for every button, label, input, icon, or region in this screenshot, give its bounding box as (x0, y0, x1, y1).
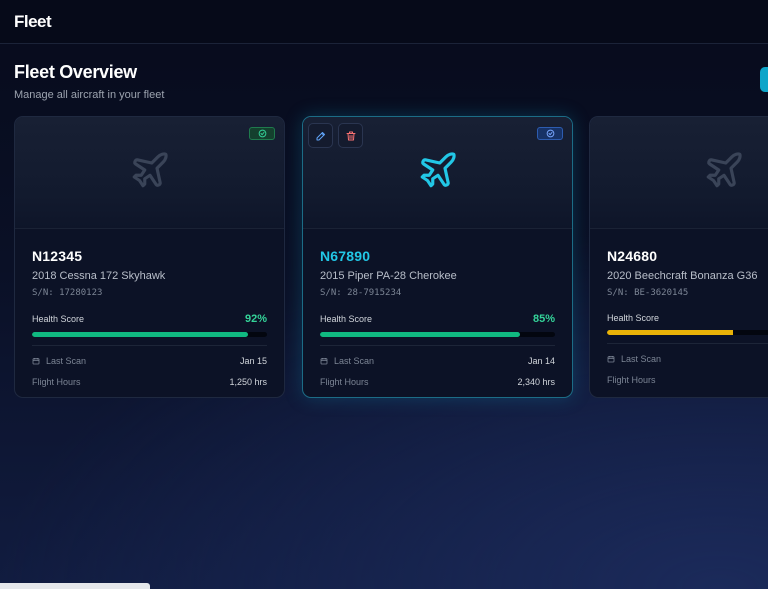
page-title: Fleet Overview (14, 62, 137, 82)
serial-number: S/N: 28-7915234 (320, 288, 402, 298)
card-image (15, 117, 284, 229)
page-subtitle: Manage all aircraft in your fleet (14, 89, 165, 101)
flight-hours-label: Flight Hours (320, 377, 369, 387)
flight-hours-label: Flight Hours (32, 377, 81, 387)
health-bar (607, 330, 768, 335)
flight-hours-value: 1,250 hrs (229, 377, 267, 387)
calendar-icon (32, 358, 40, 365)
flight-hours-label: Flight Hours (607, 375, 656, 385)
aircraft-card[interactable]: N12345 2018 Cessna 172 Skyhawk S/N: 1728… (14, 116, 285, 398)
card-actions (308, 123, 363, 148)
health-bar-fill (607, 330, 733, 335)
aircraft-card[interactable]: N24680 2020 Beechcraft Bonanza G36 S/N: … (589, 116, 768, 398)
health-value: 85% (532, 313, 555, 325)
add-aircraft-button[interactable] (760, 67, 768, 92)
card-image (590, 117, 768, 229)
calendar-icon (320, 358, 328, 365)
plane-icon (129, 149, 171, 196)
aircraft-model: 2020 Beechcraft Bonanza G36 (607, 270, 758, 282)
health-bar (320, 332, 555, 337)
health-label: Health Score (607, 313, 660, 323)
tail-number: N67890 (320, 248, 371, 264)
last-scan-value: Jan 14 (527, 356, 555, 366)
aircraft-model: 2018 Cessna 172 Skyhawk (32, 270, 166, 282)
health-bar-fill (32, 332, 249, 337)
aircraft-card[interactable]: N67890 2015 Piper PA-28 Cherokee S/N: 28… (302, 116, 573, 398)
edit-button[interactable] (308, 123, 333, 148)
page-header: Fleet Overview Manage all aircraft in yo… (14, 62, 164, 101)
aircraft-model: 2015 Piper PA-28 Cherokee (320, 270, 457, 282)
top-bar: Fleet (0, 0, 768, 44)
health-bar-fill (320, 332, 520, 337)
divider (320, 345, 555, 346)
check-circle-icon (546, 129, 554, 138)
divider (607, 343, 768, 344)
health-bar (32, 332, 267, 337)
plane-icon (703, 149, 745, 196)
tail-number: N12345 (32, 248, 83, 264)
health-value: 92% (244, 313, 267, 325)
flight-hours-value: 2,340 hrs (517, 377, 555, 387)
serial-number: S/N: 17280123 (32, 288, 103, 298)
last-scan-text: Last Scan (334, 356, 375, 366)
app-title: Fleet (14, 11, 52, 31)
status-badge (537, 127, 563, 140)
last-scan-label: Last Scan (320, 356, 374, 366)
horizontal-scrollbar[interactable] (0, 583, 150, 589)
health-label: Health Score (320, 314, 373, 324)
tail-number: N24680 (607, 248, 658, 264)
last-scan-text: Last Scan (621, 354, 662, 364)
serial-number: S/N: BE-3620145 (607, 288, 689, 298)
divider (32, 345, 267, 346)
last-scan-label: Last Scan (32, 356, 86, 366)
last-scan-value: Jan 15 (239, 356, 267, 366)
pencil-icon (316, 131, 325, 140)
plane-icon (417, 149, 459, 196)
last-scan-label: Last Scan (607, 354, 661, 364)
delete-button[interactable] (338, 123, 363, 148)
health-label: Health Score (32, 314, 85, 324)
status-badge (249, 127, 275, 140)
check-circle-icon (258, 129, 266, 138)
last-scan-text: Last Scan (46, 356, 87, 366)
card-image (303, 117, 572, 229)
trash-icon (346, 131, 355, 140)
calendar-icon (607, 356, 615, 363)
